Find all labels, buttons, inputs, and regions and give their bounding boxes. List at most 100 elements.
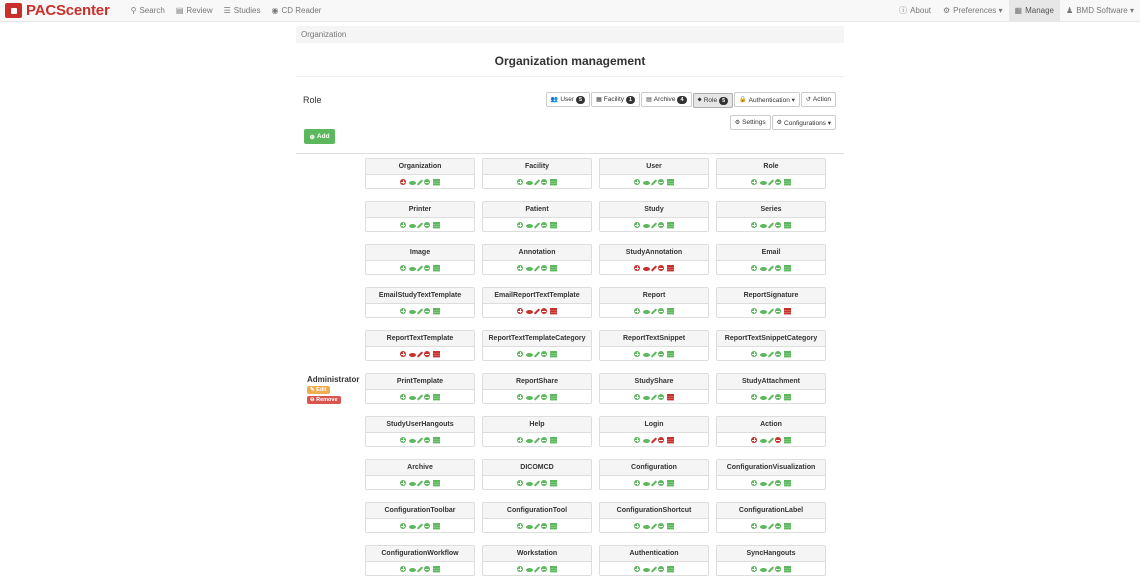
- list-icon[interactable]: [667, 179, 674, 185]
- list-icon[interactable]: [550, 394, 557, 400]
- edit-icon[interactable]: [533, 178, 541, 186]
- delete-icon[interactable]: [658, 394, 664, 400]
- delete-icon[interactable]: [775, 308, 781, 314]
- create-icon[interactable]: [400, 351, 406, 357]
- edit-icon[interactable]: [416, 264, 424, 272]
- delete-icon[interactable]: [775, 394, 781, 400]
- view-icon[interactable]: [526, 567, 533, 572]
- toolbar-button-6[interactable]: ⚙ Settings: [729, 115, 771, 130]
- view-icon[interactable]: [643, 567, 650, 572]
- list-icon[interactable]: [667, 308, 674, 314]
- create-icon[interactable]: [400, 222, 406, 228]
- create-icon[interactable]: [751, 480, 757, 486]
- create-icon[interactable]: [751, 308, 757, 314]
- edit-icon[interactable]: [533, 393, 541, 401]
- remove-role-button[interactable]: ⊖ Remove: [307, 396, 341, 404]
- edit-icon[interactable]: [650, 221, 658, 229]
- list-icon[interactable]: [550, 523, 557, 529]
- create-icon[interactable]: [517, 566, 523, 572]
- delete-icon[interactable]: [658, 566, 664, 572]
- list-icon[interactable]: [433, 437, 440, 443]
- list-icon[interactable]: [784, 523, 791, 529]
- toolbar-button-0[interactable]: 👥 User 5: [545, 92, 591, 107]
- list-icon[interactable]: [667, 265, 674, 271]
- edit-icon[interactable]: [416, 393, 424, 401]
- list-icon[interactable]: [433, 265, 440, 271]
- create-icon[interactable]: [634, 179, 640, 185]
- list-icon[interactable]: [667, 480, 674, 486]
- create-icon[interactable]: [751, 523, 757, 529]
- list-icon[interactable]: [550, 179, 557, 185]
- list-icon[interactable]: [784, 308, 791, 314]
- list-icon[interactable]: [784, 265, 791, 271]
- create-icon[interactable]: [634, 265, 640, 271]
- create-icon[interactable]: [517, 437, 523, 443]
- view-icon[interactable]: [526, 481, 533, 486]
- list-icon[interactable]: [784, 351, 791, 357]
- edit-icon[interactable]: [767, 522, 775, 530]
- delete-icon[interactable]: [775, 523, 781, 529]
- view-icon[interactable]: [409, 309, 416, 314]
- toolbar-button-3[interactable]: ⬥ Role 5: [692, 93, 734, 108]
- delete-icon[interactable]: [424, 523, 430, 529]
- delete-icon[interactable]: [424, 566, 430, 572]
- edit-role-button[interactable]: ✎ Edit: [307, 386, 330, 394]
- view-icon[interactable]: [409, 438, 416, 443]
- view-icon[interactable]: [760, 180, 767, 185]
- edit-icon[interactable]: [533, 264, 541, 272]
- delete-icon[interactable]: [775, 566, 781, 572]
- create-icon[interactable]: [634, 523, 640, 529]
- create-icon[interactable]: [751, 351, 757, 357]
- view-icon[interactable]: [760, 266, 767, 271]
- view-icon[interactable]: [409, 567, 416, 572]
- view-icon[interactable]: [409, 524, 416, 529]
- create-icon[interactable]: [751, 179, 757, 185]
- edit-icon[interactable]: [650, 264, 658, 272]
- list-icon[interactable]: [550, 222, 557, 228]
- list-icon[interactable]: [784, 222, 791, 228]
- delete-icon[interactable]: [541, 179, 547, 185]
- view-icon[interactable]: [526, 524, 533, 529]
- edit-icon[interactable]: [650, 178, 658, 186]
- list-icon[interactable]: [550, 308, 557, 314]
- create-icon[interactable]: [634, 222, 640, 228]
- delete-icon[interactable]: [424, 308, 430, 314]
- view-icon[interactable]: [760, 395, 767, 400]
- list-icon[interactable]: [667, 566, 674, 572]
- edit-icon[interactable]: [533, 221, 541, 229]
- list-icon[interactable]: [433, 308, 440, 314]
- edit-icon[interactable]: [650, 393, 658, 401]
- delete-icon[interactable]: [541, 437, 547, 443]
- view-icon[interactable]: [760, 438, 767, 443]
- nav-user-menu[interactable]: ♟ BMD Software ▾: [1060, 0, 1140, 22]
- delete-icon[interactable]: [424, 394, 430, 400]
- view-icon[interactable]: [643, 481, 650, 486]
- edit-icon[interactable]: [767, 307, 775, 315]
- toolbar-button-2[interactable]: ▤ Archive 4: [641, 92, 692, 107]
- delete-icon[interactable]: [424, 351, 430, 357]
- view-icon[interactable]: [409, 481, 416, 486]
- create-icon[interactable]: [400, 480, 406, 486]
- view-icon[interactable]: [643, 309, 650, 314]
- delete-icon[interactable]: [658, 351, 664, 357]
- edit-icon[interactable]: [767, 264, 775, 272]
- view-icon[interactable]: [409, 223, 416, 228]
- list-icon[interactable]: [550, 437, 557, 443]
- view-icon[interactable]: [760, 223, 767, 228]
- view-icon[interactable]: [643, 524, 650, 529]
- edit-icon[interactable]: [533, 565, 541, 573]
- create-icon[interactable]: [517, 179, 523, 185]
- delete-icon[interactable]: [424, 179, 430, 185]
- create-icon[interactable]: [400, 265, 406, 271]
- delete-icon[interactable]: [424, 222, 430, 228]
- create-icon[interactable]: [517, 265, 523, 271]
- view-icon[interactable]: [409, 352, 416, 357]
- create-icon[interactable]: [400, 179, 406, 185]
- list-icon[interactable]: [667, 351, 674, 357]
- edit-icon[interactable]: [416, 350, 424, 358]
- nav-preferences[interactable]: ⚙ Preferences ▾: [937, 0, 1009, 22]
- toolbar-button-5[interactable]: ↺ Action: [800, 92, 836, 107]
- delete-icon[interactable]: [424, 437, 430, 443]
- view-icon[interactable]: [760, 352, 767, 357]
- edit-icon[interactable]: [416, 307, 424, 315]
